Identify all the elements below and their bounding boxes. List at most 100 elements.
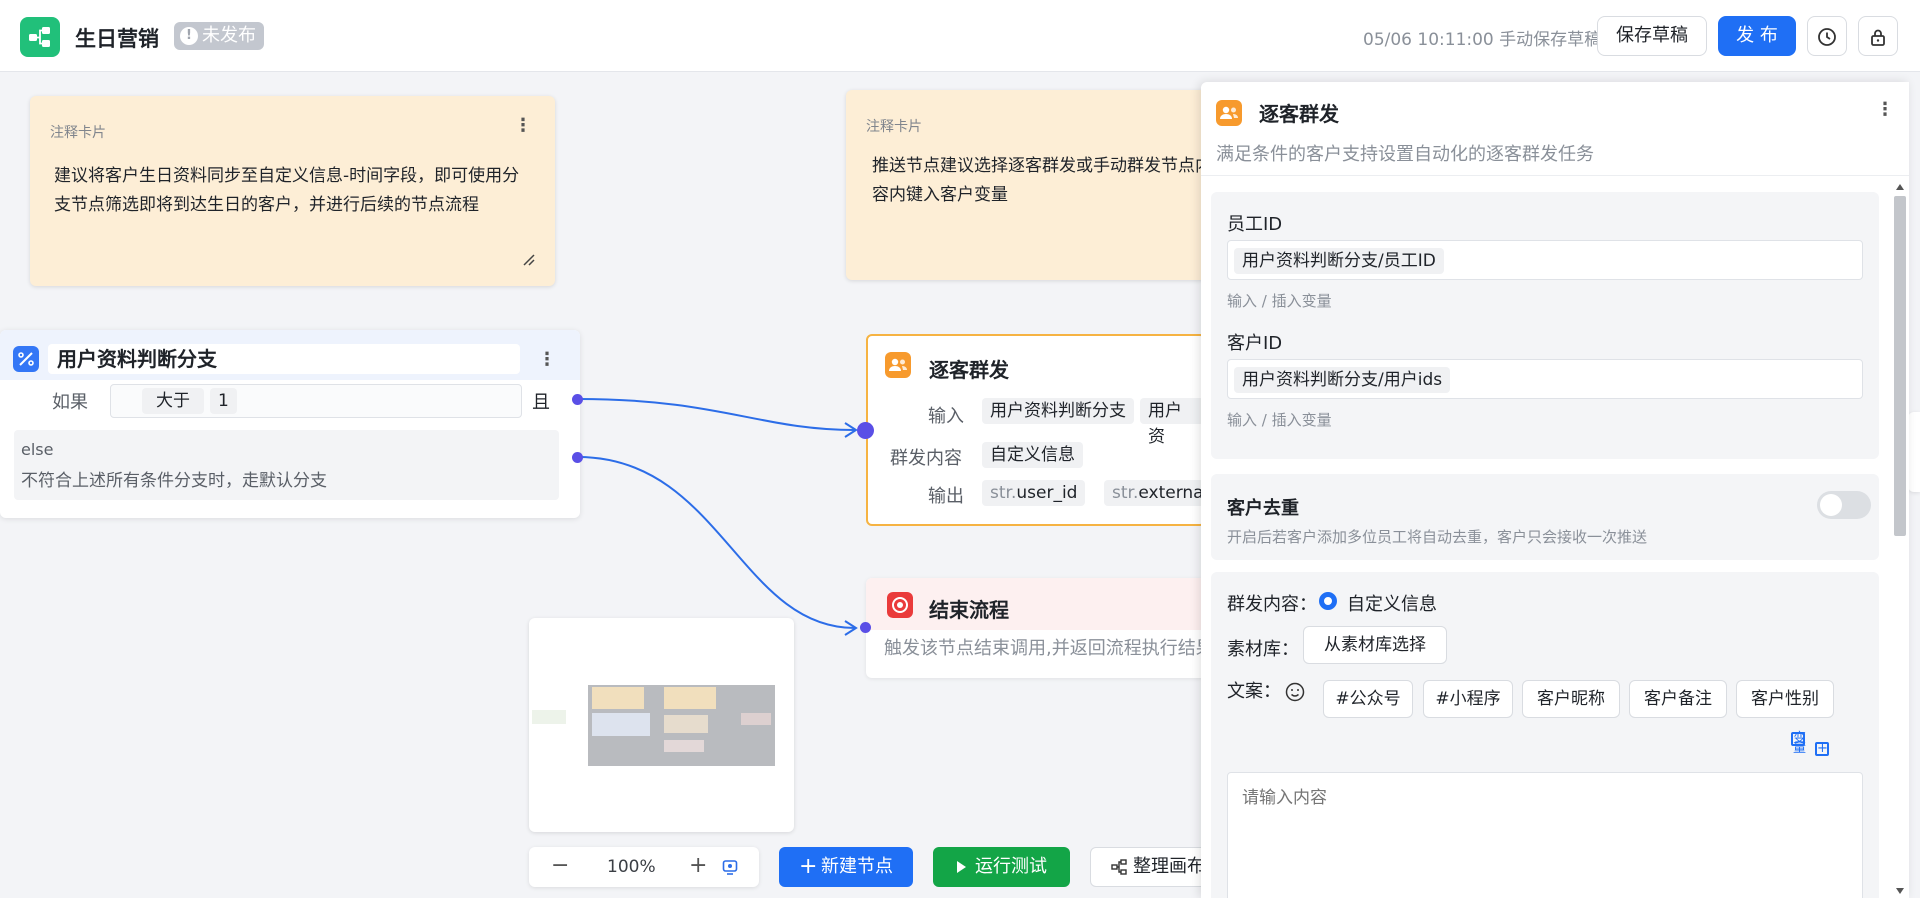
scroll-up-icon[interactable] (1896, 184, 1904, 190)
emoji-icon[interactable] (1285, 682, 1305, 702)
run-test-button[interactable]: 运行测试 (933, 847, 1070, 887)
more-icon[interactable]: ⋮ (1876, 101, 1894, 119)
annotation-card-2[interactable]: 注释卡片 推送节点建议选择逐客群发或手动群发节点内容内键入客户变量 (846, 90, 1212, 280)
zoom-in-button[interactable]: + (689, 853, 707, 878)
copy-label: 文案： (1227, 681, 1281, 702)
dedup-toggle[interactable] (1817, 491, 1871, 519)
scroll-thumb[interactable] (1894, 196, 1906, 536)
note-label: 注释卡片 (866, 119, 922, 135)
content-label: 群发内容 (890, 448, 962, 469)
end-input-port[interactable] (860, 622, 871, 633)
else-title: else (21, 440, 54, 459)
if-label: 如果 (52, 392, 88, 413)
library-label: 素材库： (1227, 639, 1299, 660)
more-icon[interactable]: ⋮ (514, 117, 532, 135)
new-node-button[interactable]: + 新建节点 (779, 847, 913, 887)
end-flow-node[interactable]: 结束流程 触发该节点结束调用,并返回流程执行结果 (866, 578, 1206, 678)
branch-node-title[interactable]: 用户资料判断分支 (48, 344, 520, 374)
branch-output-port[interactable] (572, 394, 583, 405)
edge-else-to-end (577, 456, 856, 629)
panel-desc: 满足条件的客户支持设置自动化的逐客群发任务 (1216, 144, 1594, 165)
minimap-node (532, 710, 566, 724)
custom-info-radio[interactable] (1319, 592, 1337, 610)
dedup-section: 客户去重 开启后若客户添加多位员工将自动去重，客户只会接收一次推送 (1211, 474, 1879, 560)
customer-id-hint: 输入 / 插入变量 (1227, 411, 1332, 429)
input-pill: 用户资料判断分支 (982, 398, 1134, 424)
library-select-button[interactable]: 从素材库选择 (1303, 626, 1447, 664)
minimap-node (592, 687, 644, 709)
end-node-title: 结束流程 (929, 598, 1009, 622)
scroll-down-icon[interactable] (1896, 888, 1904, 894)
zoom-control: − 100% + (529, 847, 759, 887)
customer-id-pill[interactable]: 用户资料判断分支/用户ids (1234, 367, 1451, 393)
input-label: 输入 (928, 406, 964, 427)
panel-scrollbar[interactable] (1891, 182, 1909, 898)
dedup-desc: 开启后若客户添加多位员工将自动去重，客户只会接收一次推送 (1227, 528, 1648, 546)
else-desc: 不符合上述所有条件分支时，走默认分支 (21, 471, 327, 491)
offscreen-node (1908, 412, 1920, 492)
panel-title: 逐客群发 (1259, 102, 1339, 126)
dedup-title: 客户去重 (1227, 498, 1299, 519)
operator-pill[interactable]: 大于 (142, 388, 204, 414)
annotation-card-1[interactable]: 注释卡片 ⋮ 建议将客户生日资料同步至自定义信息-时间字段，即可使用分支节点筛选… (30, 96, 555, 286)
note-text[interactable]: 建议将客户生日资料同步至自定义信息-时间字段，即可使用分支节点筛选即将到达生日的… (54, 162, 534, 220)
resize-handle-icon[interactable] (523, 254, 535, 266)
panel-header: 逐客群发 ⋮ 满足条件的客户支持设置自动化的逐客群发任务 (1201, 82, 1909, 176)
staff-id-pill[interactable]: 用户资料判断分支/员工ID (1234, 248, 1444, 274)
minimap-node (664, 687, 716, 709)
input-pill: 用户资 (1140, 398, 1204, 447)
content-section: 群发内容： 自定义信息 素材库： 从素材库选择 文案： #公众号 #小程序 客户… (1211, 572, 1879, 898)
value-pill[interactable]: 1 (210, 388, 237, 414)
output-pill: str.external_ (1104, 480, 1204, 506)
output-label: 输出 (928, 486, 964, 507)
add-box-icon: + (1815, 741, 1829, 756)
zoom-out-button[interactable]: − (551, 853, 569, 878)
staff-id-label: 员工ID (1227, 214, 1283, 235)
tree-icon (1111, 859, 1127, 875)
zoom-level: 100% (607, 857, 656, 877)
branch-node-header: 用户资料判断分支 ⋮ (0, 330, 580, 380)
insert-variable-link[interactable]: 变量 + (1781, 732, 1829, 756)
tag-button[interactable]: 客户昵称 (1522, 680, 1620, 718)
mass-send-icon (885, 352, 911, 378)
minimap[interactable] (529, 618, 794, 832)
play-icon (957, 861, 966, 873)
staff-id-field[interactable]: 用户资料判断分支/员工ID (1227, 240, 1863, 280)
note-text[interactable]: 推送节点建议选择逐客群发或手动群发节点内容内键入客户变量 (872, 152, 1212, 210)
tag-button[interactable]: 客户备注 (1629, 680, 1727, 718)
plus-icon: + (799, 854, 818, 879)
end-node-header: 结束流程 (866, 578, 1206, 630)
tag-button[interactable]: #公众号 (1323, 680, 1413, 718)
fit-view-icon[interactable] (722, 859, 738, 875)
else-branch: else 不符合上述所有条件分支时，走默认分支 (14, 430, 559, 500)
custom-info-option[interactable]: 自定义信息 (1347, 590, 1437, 616)
branch-node[interactable]: 用户资料判断分支 ⋮ 如果 大于 1 且 else 不符合上述所有条件分支时，走… (0, 330, 580, 518)
stop-icon (887, 592, 913, 618)
node-config-panel: 逐客群发 ⋮ 满足条件的客户支持设置自动化的逐客群发任务 员工ID 用户资料判断… (1201, 82, 1909, 898)
minimap-node (664, 715, 708, 733)
tag-button[interactable]: #小程序 (1423, 680, 1513, 718)
mass-send-node[interactable]: 逐客群发 输入 用户资料判断分支 用户资 群发内容 自定义信息 输出 str.u… (866, 334, 1206, 526)
content-label: 群发内容： (1227, 594, 1317, 615)
edge-branch-to-mass (577, 398, 856, 431)
customer-id-field[interactable]: 用户资料判断分支/用户ids (1227, 359, 1863, 399)
else-output-port[interactable] (572, 452, 583, 463)
tag-button[interactable]: 客户性别 (1736, 680, 1834, 718)
customer-id-label: 客户ID (1227, 333, 1283, 354)
staff-id-hint: 输入 / 插入变量 (1227, 292, 1332, 310)
output-pill: str.user_id (982, 480, 1086, 506)
and-label: 且 (532, 392, 550, 413)
mass-node-title: 逐客群发 (929, 358, 1009, 382)
mass-input-port[interactable] (857, 422, 874, 439)
mass-send-icon (1216, 100, 1242, 126)
note-label: 注释卡片 (50, 125, 106, 141)
more-icon[interactable]: ⋮ (538, 351, 556, 369)
content-pill: 自定义信息 (982, 442, 1083, 468)
id-section: 员工ID 用户资料判断分支/员工ID 输入 / 插入变量 客户ID 用户资料判断… (1211, 192, 1879, 459)
minimap-node (741, 713, 771, 725)
branch-icon (13, 346, 39, 372)
minimap-node (592, 713, 650, 736)
condition-box[interactable]: 大于 1 (110, 384, 522, 418)
minimap-node (664, 740, 704, 752)
message-textarea[interactable] (1227, 772, 1863, 898)
